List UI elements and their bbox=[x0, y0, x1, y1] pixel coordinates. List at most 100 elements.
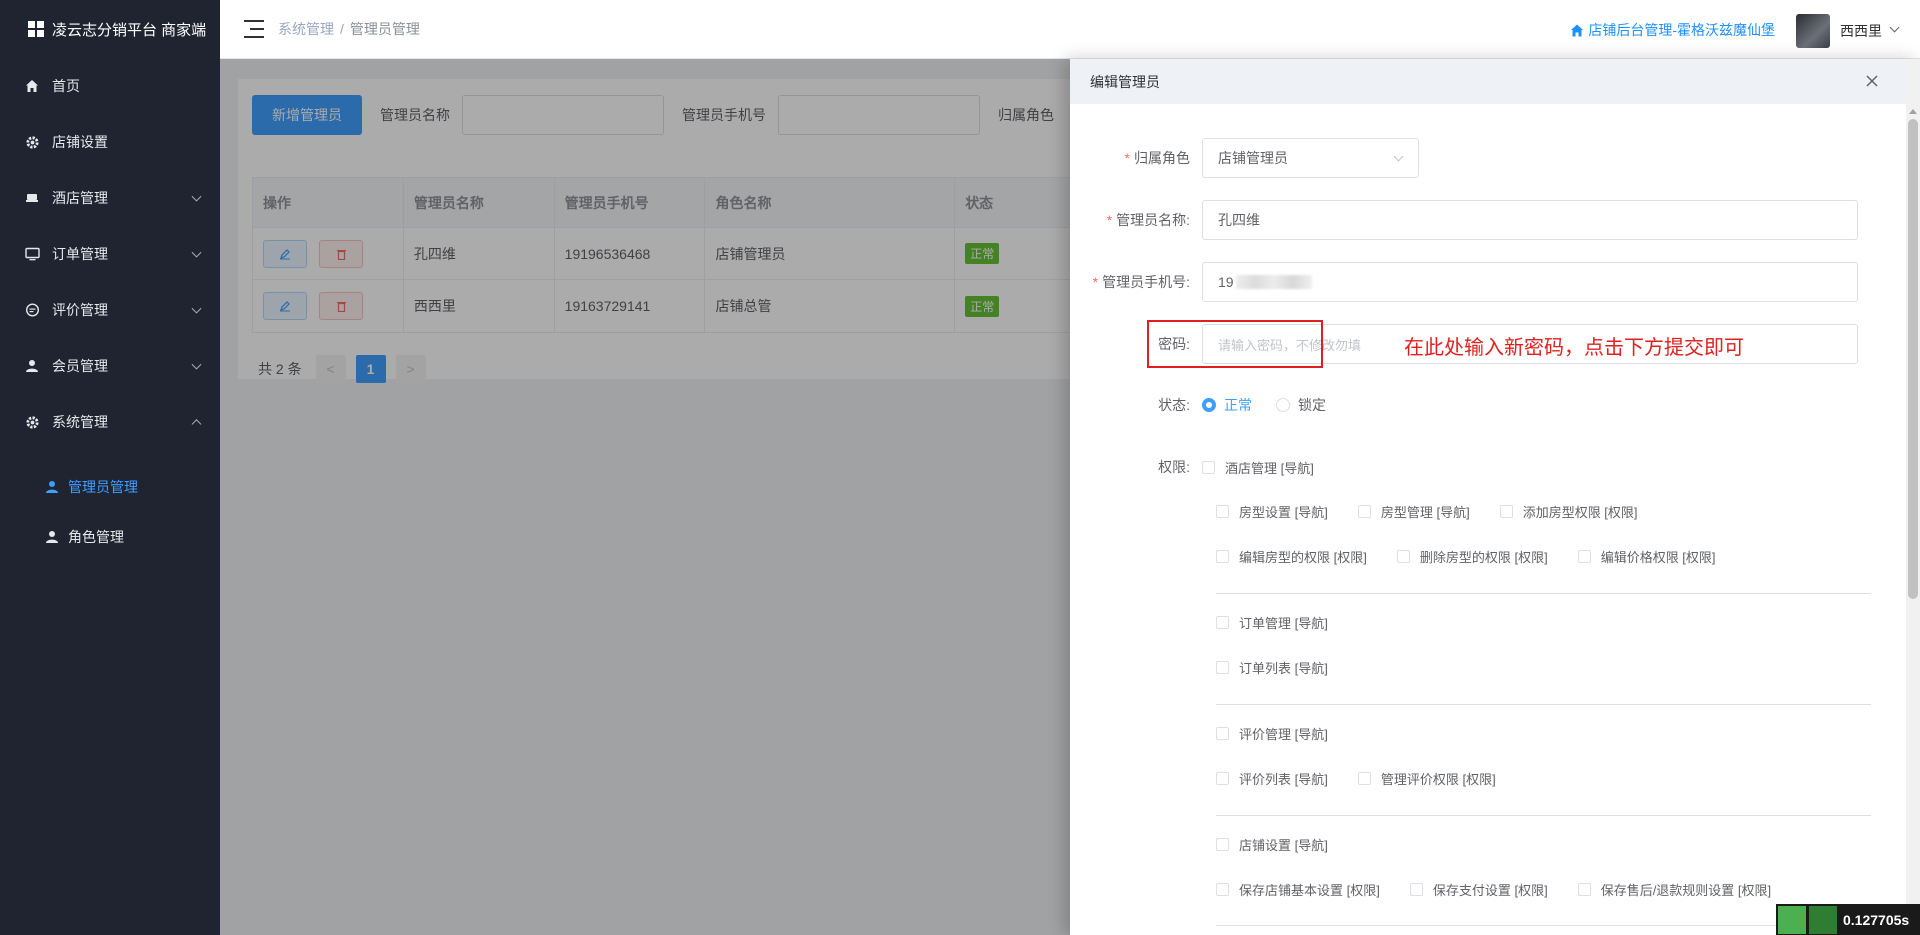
sidebar-item-label: 系统管理 bbox=[52, 414, 108, 430]
sidebar-item-label: 订单管理 bbox=[52, 246, 108, 262]
drawer-title: 编辑管理员 bbox=[1090, 73, 1160, 90]
sidebar-item-reviews[interactable]: 评价管理 bbox=[0, 282, 220, 338]
divider bbox=[1216, 815, 1871, 816]
scrollbar[interactable] bbox=[1906, 59, 1920, 935]
breadcrumb: 系统管理 / 管理员管理 bbox=[278, 21, 420, 37]
permission-checkbox[interactable]: 保存售后/退款规则设置 [权限] bbox=[1577, 880, 1771, 899]
modal-overlay[interactable] bbox=[220, 59, 1070, 935]
breadcrumb-item[interactable]: 系统管理 bbox=[278, 21, 334, 37]
permission-checkbox[interactable]: 编辑房型的权限 [权限] bbox=[1216, 547, 1367, 566]
chevron-down-icon bbox=[191, 303, 202, 314]
user-icon bbox=[44, 529, 60, 545]
permission-checkbox[interactable]: 保存支付设置 [权限] bbox=[1409, 880, 1548, 899]
chat-icon bbox=[24, 302, 40, 318]
brand: 凌云志分销平台 商家端 bbox=[0, 0, 220, 58]
role-label: * 归属角色 bbox=[1124, 150, 1190, 166]
user-icon bbox=[24, 358, 40, 374]
divider bbox=[1216, 593, 1871, 594]
phone-label: * 管理员手机号: bbox=[1092, 274, 1190, 290]
top-header: 系统管理 / 管理员管理 店铺后台管理-霍格沃兹魔仙堡 西西里 bbox=[220, 0, 1920, 59]
timing-text: 0.127705s bbox=[1843, 911, 1910, 928]
home-icon bbox=[1571, 24, 1584, 36]
permission-checkbox[interactable]: 管理评价权限 [权限] bbox=[1357, 769, 1496, 788]
name-row: * 管理员名称: 孔四维 bbox=[1070, 200, 1858, 240]
monitor-icon bbox=[24, 246, 40, 262]
scrollbar-thumb[interactable] bbox=[1908, 119, 1918, 599]
brand-title: 凌云志分销平台 商家端 bbox=[52, 21, 207, 39]
sidebar-item-system[interactable]: 系统管理 bbox=[0, 394, 220, 450]
permission-checkbox[interactable]: 订单管理 [导航] bbox=[1216, 613, 1328, 632]
redacted-blur bbox=[1235, 275, 1312, 289]
perm-row-5: 订单列表 [导航] bbox=[1216, 658, 1358, 677]
chevron-down-icon bbox=[191, 247, 202, 258]
name-label: * 管理员名称: bbox=[1106, 212, 1190, 228]
status-label: 状态: bbox=[1158, 397, 1190, 413]
avatar[interactable] bbox=[1796, 14, 1830, 48]
scroll-up-icon[interactable] bbox=[1909, 109, 1917, 114]
permissions-label: 权限: bbox=[1158, 459, 1190, 475]
store-link-label: 店铺后台管理-霍格沃兹魔仙堡 bbox=[1588, 22, 1775, 38]
divider bbox=[1216, 925, 1871, 926]
chevron-down-icon bbox=[191, 359, 202, 370]
permission-checkbox[interactable]: 保存店铺基本设置 [权限] bbox=[1216, 880, 1380, 899]
divider bbox=[1216, 704, 1871, 705]
sidebar-item-label: 会员管理 bbox=[52, 358, 108, 374]
role-select[interactable]: 店铺管理员 bbox=[1202, 138, 1419, 178]
sidebar-item-role-management[interactable]: 角色管理 bbox=[0, 512, 220, 562]
gear-icon bbox=[24, 414, 40, 430]
sidebar-item-hotel[interactable]: 酒店管理 bbox=[0, 170, 220, 226]
permission-checkbox[interactable]: 酒店管理 [导航] bbox=[1202, 458, 1314, 477]
sidebar-item-members[interactable]: 会员管理 bbox=[0, 338, 220, 394]
role-row: * 归属角色 店铺管理员 bbox=[1070, 138, 1419, 178]
status-radio-locked[interactable]: 锁定 bbox=[1276, 395, 1326, 415]
username[interactable]: 西西里 bbox=[1840, 21, 1882, 41]
sidebar-item-label: 酒店管理 bbox=[52, 190, 108, 206]
sidebar-item-label: 评价管理 bbox=[52, 302, 108, 318]
app-grid-icon bbox=[28, 21, 44, 37]
drawer-header: 编辑管理员 bbox=[1070, 59, 1920, 104]
status-radio-normal[interactable]: 正常 bbox=[1202, 395, 1252, 415]
sidebar-item-label: 管理员管理 bbox=[68, 479, 138, 495]
permission-checkbox[interactable]: 评价管理 [导航] bbox=[1216, 724, 1328, 743]
chevron-down-icon bbox=[1393, 151, 1404, 162]
perm-row-6: 评价管理 [导航] bbox=[1216, 724, 1358, 743]
admin-phone-field[interactable]: 19 bbox=[1202, 262, 1858, 302]
admin-name-field[interactable]: 孔四维 bbox=[1202, 200, 1858, 240]
sidebar-item-label: 角色管理 bbox=[68, 529, 124, 545]
sidebar-item-home[interactable]: 首页 bbox=[0, 58, 220, 114]
sidebar-item-label: 店铺设置 bbox=[52, 134, 108, 150]
sidebar-item-store-settings[interactable]: 店铺设置 bbox=[0, 114, 220, 170]
timing-badge: 0.127705s bbox=[1776, 904, 1920, 935]
perm-row-4: 订单管理 [导航] bbox=[1216, 613, 1358, 632]
permission-checkbox[interactable]: 房型管理 [导航] bbox=[1357, 502, 1470, 521]
edit-admin-drawer: 编辑管理员 * 归属角色 店铺管理员 * 管理员名称: 孔四维 * 管理员手机号: 1… bbox=[1070, 59, 1920, 935]
menu-toggle-icon[interactable] bbox=[244, 20, 264, 38]
permission-checkbox[interactable]: 添加房型权限 [权限] bbox=[1499, 502, 1638, 521]
sidebar-item-admin-management[interactable]: 管理员管理 bbox=[0, 462, 220, 512]
store-link[interactable]: 店铺后台管理-霍格沃兹魔仙堡 bbox=[1570, 20, 1775, 40]
perm-row-3: 编辑房型的权限 [权限] 删除房型的权限 [权限] 编辑价格权限 [权限] bbox=[1216, 547, 1746, 566]
perm-row-1: 权限: 酒店管理 [导航] bbox=[1070, 457, 1344, 477]
perm-row-9: 保存店铺基本设置 [权限] 保存支付设置 [权限] 保存售后/退款规则设置 [权… bbox=[1216, 880, 1801, 899]
user-icon bbox=[44, 479, 60, 495]
permission-checkbox[interactable]: 编辑价格权限 [权限] bbox=[1577, 547, 1716, 566]
perm-row-2: 房型设置 [导航] 房型管理 [导航] 添加房型权限 [权限] bbox=[1216, 502, 1668, 521]
app-logo-icon bbox=[1778, 905, 1806, 934]
home-icon bbox=[24, 78, 40, 94]
permission-checkbox[interactable]: 评价列表 [导航] bbox=[1216, 769, 1328, 788]
close-icon[interactable] bbox=[1862, 71, 1882, 91]
bed-icon bbox=[24, 190, 40, 206]
sidebar: 凌云志分销平台 商家端 首页 店铺设置 酒店管理 订单管理 评价管理 会员管理 … bbox=[0, 0, 220, 935]
chevron-down-icon[interactable] bbox=[1889, 22, 1900, 33]
permission-checkbox[interactable]: 店铺设置 [导航] bbox=[1216, 835, 1328, 854]
permission-checkbox[interactable]: 订单列表 [导航] bbox=[1216, 658, 1328, 677]
chevron-down-icon bbox=[191, 191, 202, 202]
permission-checkbox[interactable]: 房型设置 [导航] bbox=[1216, 502, 1328, 521]
perm-row-7: 评价列表 [导航] 管理评价权限 [权限] bbox=[1216, 769, 1526, 788]
permission-checkbox[interactable]: 删除房型的权限 [权限] bbox=[1396, 547, 1548, 566]
phone-value: 19 bbox=[1218, 274, 1234, 290]
status-row: 状态: 正常 锁定 bbox=[1070, 395, 1350, 415]
sidebar-item-label: 首页 bbox=[52, 78, 80, 94]
sidebar-item-orders[interactable]: 订单管理 bbox=[0, 226, 220, 282]
phone-row: * 管理员手机号: 19 bbox=[1070, 262, 1858, 302]
